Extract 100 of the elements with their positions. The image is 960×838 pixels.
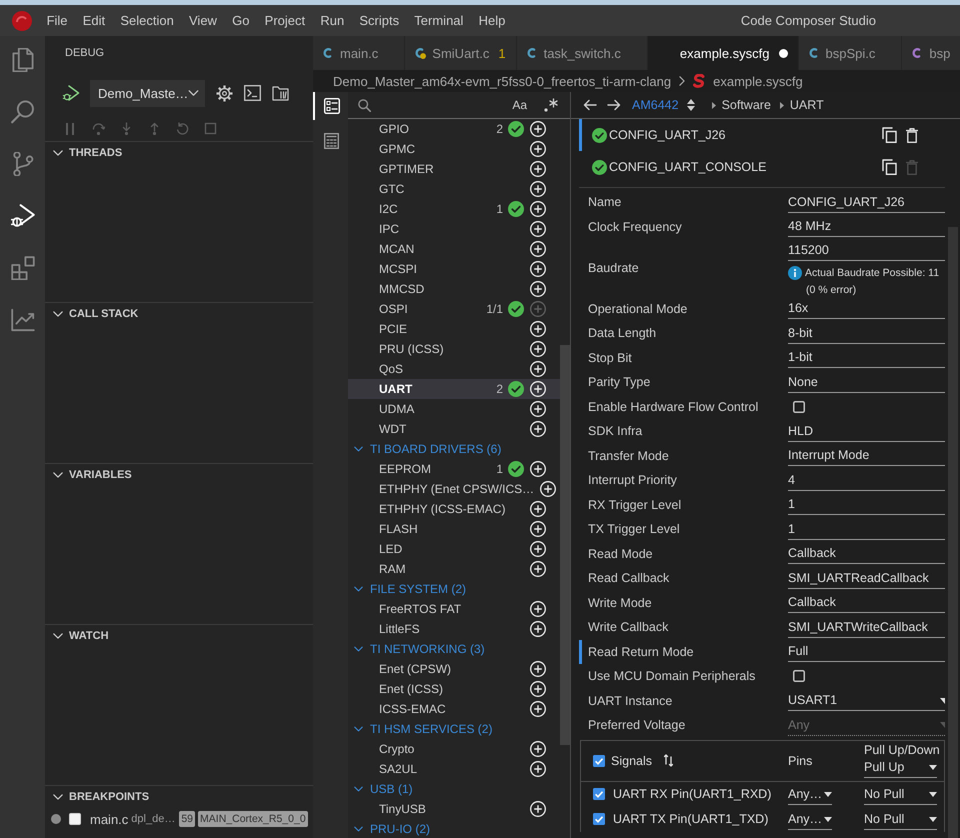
dropdown[interactable]: Any… [788, 808, 832, 830]
text-field[interactable]: 4 [788, 470, 945, 491]
menu-item[interactable]: Project [257, 11, 313, 30]
checkbox[interactable] [793, 400, 805, 413]
breadcrumb-item[interactable]: Demo_Master_am64x-evm_r5fss0-0_freertos_ti-arm-clang [333, 74, 672, 88]
text-field[interactable]: Full [788, 641, 945, 662]
scrollbar-thumb[interactable] [560, 345, 570, 745]
module-item[interactable]: OSPI 1/1 [348, 299, 560, 319]
module-item[interactable]: RAM [348, 559, 560, 579]
module-item[interactable]: I2C 1 [348, 199, 560, 219]
chart-icon[interactable] [10, 308, 34, 332]
section-header[interactable]: VARIABLES [45, 464, 138, 486]
module-item[interactable]: UDMA [348, 399, 560, 419]
menu-item[interactable]: Edit [75, 11, 113, 30]
search-icon[interactable] [10, 100, 34, 124]
up-down-icon[interactable] [686, 99, 695, 111]
folder-icon[interactable] [272, 85, 289, 101]
module-item[interactable]: UART 2 [348, 379, 560, 399]
category-header[interactable]: TI BOARD DRIVERS (6) [348, 439, 560, 459]
menu-item[interactable]: View [181, 11, 225, 30]
breadcrumb-item[interactable]: UART [790, 98, 824, 112]
checkbox[interactable] [593, 813, 605, 825]
arrow-left-icon[interactable] [583, 99, 597, 111]
module-item[interactable]: FreeRTOS FAT [348, 599, 560, 619]
trash-icon[interactable] [906, 128, 918, 142]
text-field[interactable]: HLD [788, 420, 945, 442]
menu-item[interactable]: Scripts [352, 11, 407, 30]
module-item[interactable]: Crypto [348, 739, 560, 759]
text-field[interactable]: 1-bit [788, 347, 945, 368]
arrow-right-icon[interactable] [607, 99, 621, 111]
text-field[interactable]: Callback [788, 543, 945, 564]
dropdown[interactable]: No Pull [864, 808, 937, 830]
editor-tab[interactable]: SmiUart.c 1 [405, 36, 517, 70]
text-field[interactable]: 48 MHz [788, 216, 945, 238]
module-item[interactable]: Enet (CPSW) [348, 659, 560, 679]
menu-item[interactable]: Go [224, 11, 258, 30]
dropdown[interactable]: Pull Up [864, 757, 937, 778]
instance-item[interactable]: CONFIG_UART_J26 [579, 119, 945, 151]
module-item[interactable]: PCIE [348, 319, 560, 339]
module-item[interactable]: ETHPHY (Enet CPSW/ICS… [348, 479, 560, 499]
module-item[interactable]: MMCSD [348, 279, 560, 299]
editor-tab[interactable]: bspSpi.c [798, 36, 902, 70]
module-item[interactable]: GTC [348, 179, 560, 199]
checkbox[interactable] [793, 670, 805, 682]
module-item[interactable]: ETHPHY (ICSS-EMAC) [348, 499, 560, 519]
branch-icon[interactable] [10, 152, 34, 176]
text-field[interactable]: 1 [788, 494, 945, 516]
checkbox[interactable] [593, 754, 605, 766]
dropdown[interactable]: USART1 [788, 690, 945, 712]
menu-item[interactable]: Terminal [406, 11, 472, 30]
editor-tab[interactable]: main.c [313, 36, 406, 70]
dropdown[interactable]: Any… [788, 784, 832, 804]
module-item[interactable]: MCSPI [348, 259, 560, 279]
section-header[interactable]: CALL STACK [45, 303, 144, 325]
module-item[interactable]: GPMC [348, 139, 560, 159]
module-item[interactable]: SA2UL [348, 759, 560, 779]
extensions-icon[interactable] [10, 256, 34, 280]
terminal-icon[interactable] [244, 85, 261, 101]
checkbox[interactable] [69, 813, 81, 825]
checkbox[interactable] [593, 788, 605, 800]
text-field[interactable]: 115200 [788, 240, 945, 262]
device-link[interactable]: AM6442 [632, 98, 679, 112]
category-header[interactable]: TI NETWORKING (3) [348, 639, 560, 659]
module-item[interactable]: Enet (ICSS) [348, 679, 560, 699]
module-item[interactable]: TinyUSB [348, 799, 560, 819]
text-field[interactable]: 8-bit [788, 322, 945, 344]
dropdown[interactable]: No Pull [864, 784, 937, 804]
breadcrumb-item[interactable]: Software [722, 98, 771, 112]
module-item[interactable]: ICSS-EMAC [348, 699, 560, 719]
match-case-button[interactable]: Aa [510, 98, 529, 112]
editor-tab[interactable]: example.syscfg [648, 36, 798, 70]
text-field[interactable]: SMI_UARTWriteCallback [788, 616, 945, 638]
menu-item[interactable]: Run [312, 11, 352, 30]
category-header[interactable]: PRU-IO (2) [348, 819, 560, 838]
category-header[interactable]: USB (1) [348, 779, 560, 799]
category-header[interactable]: TI HSM SERVICES (2) [348, 719, 560, 739]
section-header[interactable]: THREADS [45, 142, 128, 164]
section-header[interactable]: WATCH [45, 625, 115, 647]
menu-item[interactable]: Selection [112, 11, 182, 30]
module-item[interactable]: FLASH [348, 519, 560, 539]
module-item[interactable]: WDT [348, 419, 560, 439]
section-header[interactable]: BREAKPOINTS [45, 786, 156, 808]
module-item[interactable]: LittleFS [348, 619, 560, 639]
menu-item[interactable]: Help [471, 11, 513, 30]
module-item[interactable]: QoS [348, 359, 560, 379]
sort-icon[interactable] [664, 754, 673, 767]
regex-icon[interactable] [544, 98, 558, 112]
category-header[interactable]: FILE SYSTEM (2) [348, 579, 560, 599]
instance-item[interactable]: CONFIG_UART_CONSOLE [579, 151, 945, 183]
editor-tab[interactable]: task_switch.c [516, 36, 648, 70]
launch-config-dropdown[interactable]: Demo_Maste… [90, 80, 205, 106]
menu-item[interactable]: File [39, 11, 76, 30]
text-field[interactable]: Callback [788, 592, 945, 614]
files-icon[interactable] [10, 48, 34, 72]
module-item[interactable]: GPIO 2 [348, 119, 560, 139]
module-item[interactable]: IPC [348, 219, 560, 239]
copy-icon[interactable] [882, 127, 897, 143]
module-item[interactable]: EEPROM 1 [348, 459, 560, 479]
search-field[interactable]: Aa [348, 92, 570, 119]
text-field[interactable]: Interrupt Mode [788, 445, 945, 466]
